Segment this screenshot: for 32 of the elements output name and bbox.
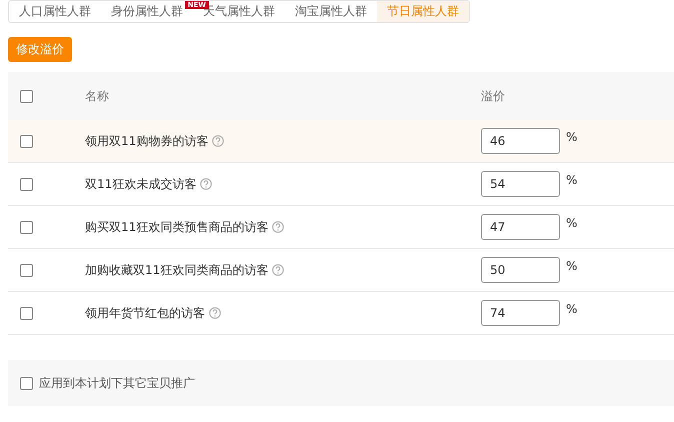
row-checkbox[interactable]: [20, 220, 33, 234]
percent-unit: %: [566, 259, 578, 273]
column-header: 溢价: [481, 88, 505, 104]
help-icon[interactable]: [272, 221, 284, 233]
premium-input[interactable]: 47: [481, 214, 560, 240]
audience-name: 加购收藏双11狂欢同类商品的访客: [85, 262, 268, 278]
premium-input[interactable]: 50: [481, 257, 560, 283]
audience-name: 双11狂欢未成交访客: [85, 176, 196, 192]
percent-unit: %: [566, 216, 578, 230]
audience-name: 购买双11狂欢同类预售商品的访客: [85, 218, 268, 236]
help-icon[interactable]: [272, 264, 284, 276]
apply-label: 应用到本计划下其它宝贝推广: [39, 374, 195, 392]
percent-unit: %: [566, 302, 578, 316]
row-checkbox[interactable]: [20, 134, 33, 148]
help-icon[interactable]: [209, 307, 221, 319]
row-checkbox[interactable]: [20, 306, 33, 320]
premium-input[interactable]: 54: [481, 171, 560, 197]
premium-input[interactable]: 46: [481, 128, 560, 154]
audience-name: 领用双11购物券的访客: [85, 132, 208, 150]
premium-input[interactable]: 74: [481, 300, 560, 326]
percent-unit: %: [566, 173, 578, 187]
percent-unit: %: [566, 130, 578, 144]
select-all-checkbox[interactable]: [20, 90, 33, 102]
row-checkbox[interactable]: [20, 264, 33, 276]
column-header: 名称: [85, 88, 109, 104]
apply-checkbox[interactable]: [20, 376, 33, 390]
row-checkbox[interactable]: [20, 178, 33, 190]
help-icon[interactable]: [212, 135, 224, 147]
tab[interactable]: 淘宝属性人群: [285, 1, 377, 22]
audience-name: 领用年货节红包的访客: [85, 304, 205, 322]
help-icon[interactable]: [200, 178, 212, 190]
tab[interactable]: 人口属性人群: [9, 1, 101, 22]
